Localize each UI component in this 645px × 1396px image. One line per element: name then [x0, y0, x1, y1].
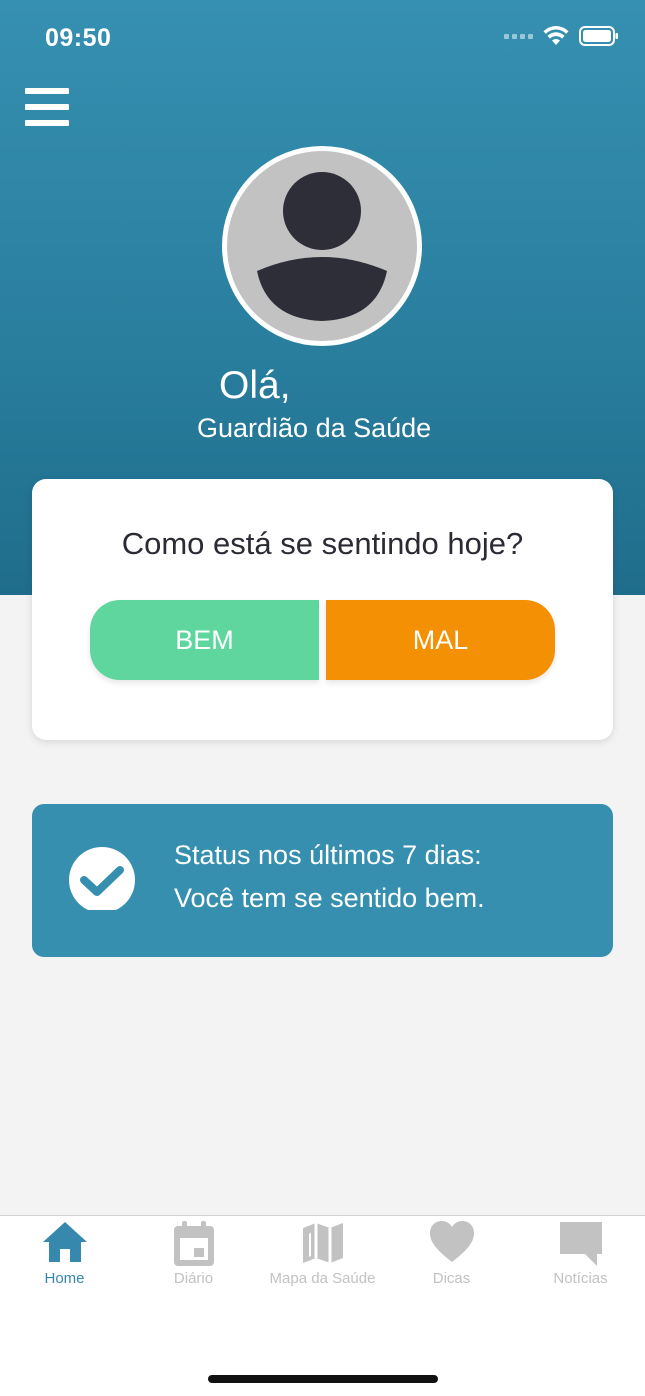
- tab-dicas[interactable]: Dicas: [387, 1216, 516, 1296]
- bottom-tab-bar: Home Diário Mapa da Saúde Dicas Notícias: [0, 1215, 645, 1396]
- heart-icon: [387, 1220, 516, 1270]
- user-silhouette-icon: [257, 172, 387, 321]
- status-title: Status nos últimos 7 dias:: [174, 840, 482, 870]
- home-indicator: [208, 1375, 438, 1383]
- tab-label-diario: Diário: [173, 1270, 214, 1287]
- status-time: 09:50: [45, 24, 112, 52]
- tab-mapa-da-saude[interactable]: Mapa da Saúde: [258, 1216, 387, 1296]
- greeting-text: Olá,: [219, 364, 291, 407]
- tab-label-mapa: Mapa da Saúde: [269, 1270, 376, 1287]
- username-text: Guardião da Saúde: [197, 413, 432, 443]
- tab-diario[interactable]: Diário: [129, 1216, 258, 1296]
- tab-noticias[interactable]: Notícias: [516, 1216, 645, 1296]
- tab-home[interactable]: Home: [0, 1216, 129, 1296]
- calendar-icon: [129, 1220, 258, 1270]
- signal-icon: [504, 33, 533, 39]
- status-icons: [504, 26, 619, 46]
- tab-label-noticias: Notícias: [553, 1270, 608, 1287]
- hamburger-menu-icon[interactable]: [25, 88, 69, 126]
- battery-icon: [579, 26, 619, 46]
- feeling-card: Como está se sentindo hoje? BEM MAL: [32, 479, 613, 740]
- feeling-bad-button[interactable]: MAL: [326, 600, 555, 680]
- wifi-icon: [543, 26, 569, 46]
- map-icon: [258, 1220, 387, 1270]
- chat-bubble-icon: [516, 1220, 645, 1270]
- status-message: Você tem se sentido bem.: [174, 883, 485, 913]
- status-bar: 09:50: [0, 0, 645, 80]
- avatar[interactable]: [222, 146, 422, 346]
- feeling-question: Como está se sentindo hoje?: [121, 526, 524, 561]
- tab-label-home: Home: [44, 1270, 85, 1287]
- weekly-status-card: Status nos últimos 7 dias: Você tem se s…: [32, 804, 613, 957]
- tab-label-dicas: Dicas: [432, 1270, 471, 1287]
- checkmark-circle-icon: [68, 846, 136, 914]
- home-icon: [0, 1220, 129, 1270]
- feeling-good-button[interactable]: BEM: [90, 600, 319, 680]
